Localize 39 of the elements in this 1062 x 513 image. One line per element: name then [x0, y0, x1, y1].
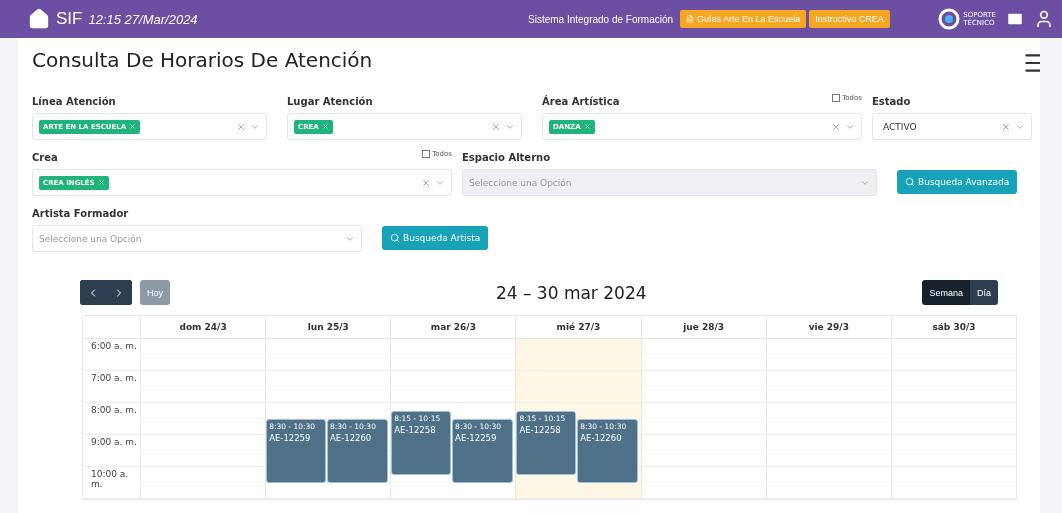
- remove-icon[interactable]: [583, 123, 591, 130]
- placeholder-text: Seleccione una Opción: [469, 177, 572, 188]
- field-label: Área Artística: [542, 95, 620, 107]
- clear-icon[interactable]: [421, 177, 431, 188]
- field-label: Línea Atención: [32, 95, 116, 107]
- field-label: Espacio Alterno: [462, 151, 551, 163]
- field-label: Lugar Atención: [287, 95, 373, 107]
- system-name: Sistema Integrado de Formación: [528, 13, 674, 25]
- search-button[interactable]: Busqueda Artista: [382, 226, 489, 250]
- support-logo-icon[interactable]: [938, 8, 961, 30]
- header-link[interactable]: Instructivo CREA: [809, 10, 890, 28]
- select-field[interactable]: Seleccione una Opción: [32, 225, 362, 252]
- page-title: Consulta De Horarios De Atención: [32, 48, 373, 72]
- app-name: SIF: [56, 9, 83, 29]
- header-link[interactable]: Guías Arte En La Escuela: [680, 10, 807, 28]
- search-button[interactable]: Busqueda Avanzada: [897, 170, 1018, 194]
- clear-icon[interactable]: [236, 121, 246, 132]
- placeholder-text: Seleccione una Opción: [39, 233, 142, 244]
- field-value: ACTIVO: [882, 121, 917, 132]
- remove-icon[interactable]: [97, 179, 105, 186]
- date-range-title: 24 – 30 mar 2024: [494, 282, 647, 303]
- search-icon: [905, 177, 915, 187]
- remove-icon[interactable]: [321, 123, 329, 130]
- clear-icon[interactable]: [1001, 121, 1011, 132]
- view-tab[interactable]: Día: [969, 280, 998, 305]
- view-tab[interactable]: Semana: [922, 280, 970, 305]
- field-label: Crea: [32, 151, 58, 163]
- user-menu-icon[interactable]: [1034, 9, 1054, 29]
- remove-icon[interactable]: [129, 123, 137, 130]
- document-icon: [686, 15, 695, 23]
- mail-icon[interactable]: [1006, 10, 1024, 28]
- date-time: 12:15 27/Mar/2024: [88, 11, 198, 27]
- select-field[interactable]: ACTIVO: [872, 113, 1032, 140]
- field-label: Estado: [872, 95, 911, 107]
- clear-icon[interactable]: [491, 121, 501, 132]
- field-label: Artista Formador: [32, 207, 129, 219]
- clear-icon[interactable]: [831, 121, 841, 132]
- home-icon[interactable]: [28, 8, 50, 30]
- search-icon: [390, 233, 400, 243]
